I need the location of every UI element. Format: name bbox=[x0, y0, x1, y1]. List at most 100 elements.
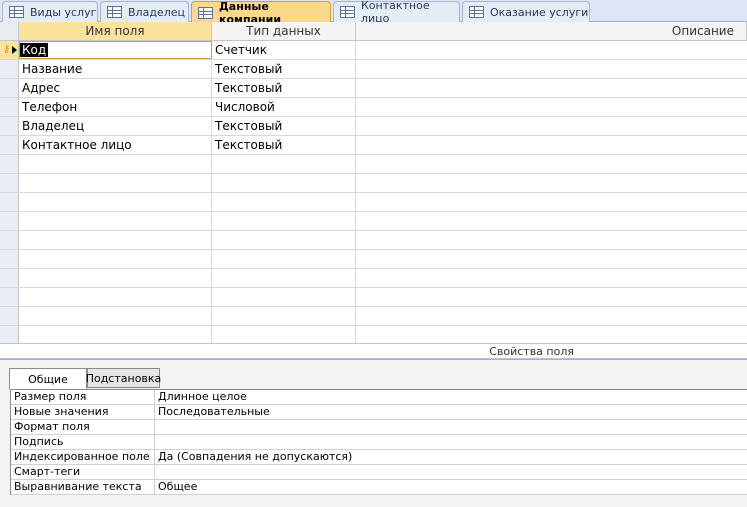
property-row[interactable]: Выравнивание текста Общее bbox=[11, 480, 747, 495]
row-selector[interactable] bbox=[0, 231, 19, 249]
data-type-cell[interactable]: Текстовый bbox=[212, 79, 356, 97]
description-cell[interactable] bbox=[356, 269, 747, 287]
row-selector[interactable] bbox=[0, 326, 19, 343]
column-header-description[interactable]: Описание bbox=[356, 22, 747, 41]
property-value[interactable]: Длинное целое bbox=[155, 390, 747, 404]
property-value[interactable]: Общее bbox=[155, 480, 747, 494]
property-row[interactable]: Смарт-теги bbox=[11, 465, 747, 480]
field-name-cell[interactable]: Контактное лицо bbox=[19, 136, 212, 154]
property-row[interactable]: Индексированное поле Да (Совпадения не до… bbox=[11, 450, 747, 465]
column-header-data-type[interactable]: Тип данных bbox=[212, 22, 356, 41]
property-row[interactable]: Формат поля bbox=[11, 420, 747, 435]
property-value[interactable] bbox=[155, 465, 747, 479]
table-row[interactable] bbox=[0, 212, 747, 231]
data-type-cell[interactable] bbox=[212, 307, 356, 325]
property-value[interactable] bbox=[155, 435, 747, 449]
table-row[interactable]: Контактное лицо Текстовый bbox=[0, 136, 747, 155]
data-type-cell[interactable]: Счетчик bbox=[212, 41, 356, 59]
table-row[interactable]: ⚷ Код Счетчик bbox=[0, 41, 747, 60]
row-selector[interactable] bbox=[0, 155, 19, 173]
description-cell[interactable] bbox=[356, 250, 747, 268]
row-selector[interactable] bbox=[0, 136, 19, 154]
table-row[interactable] bbox=[0, 307, 747, 326]
tab-general[interactable]: Общие bbox=[9, 368, 87, 389]
row-selector[interactable] bbox=[0, 250, 19, 268]
field-name-cell[interactable] bbox=[19, 212, 212, 230]
field-name-cell[interactable] bbox=[19, 231, 212, 249]
description-cell[interactable] bbox=[356, 326, 747, 343]
table-row[interactable] bbox=[0, 326, 747, 343]
table-row[interactable] bbox=[0, 231, 747, 250]
field-name-cell[interactable] bbox=[19, 307, 212, 325]
select-all-corner[interactable] bbox=[0, 22, 19, 41]
data-type-cell[interactable] bbox=[212, 326, 356, 343]
row-selector[interactable] bbox=[0, 174, 19, 192]
tab-dannye-kompanii[interactable]: Данные компании bbox=[191, 0, 331, 26]
data-type-cell[interactable]: Текстовый bbox=[212, 136, 356, 154]
table-row[interactable] bbox=[0, 174, 747, 193]
description-cell[interactable] bbox=[356, 98, 747, 116]
description-cell[interactable] bbox=[356, 212, 747, 230]
data-type-cell[interactable] bbox=[212, 155, 356, 173]
description-cell[interactable] bbox=[356, 79, 747, 97]
tab-vidy-uslug[interactable]: Виды услуг bbox=[2, 1, 98, 22]
field-name-cell[interactable]: Владелец bbox=[19, 117, 212, 135]
row-selector[interactable] bbox=[0, 307, 19, 325]
data-type-cell[interactable]: Текстовый bbox=[212, 117, 356, 135]
description-cell[interactable] bbox=[356, 136, 747, 154]
description-cell[interactable] bbox=[356, 174, 747, 192]
field-name-cell[interactable]: Адрес bbox=[19, 79, 212, 97]
data-type-cell[interactable]: Числовой bbox=[212, 98, 356, 116]
data-type-cell[interactable] bbox=[212, 174, 356, 192]
description-cell[interactable] bbox=[356, 155, 747, 173]
row-selector[interactable] bbox=[0, 79, 19, 97]
data-type-cell[interactable] bbox=[212, 269, 356, 287]
row-selector[interactable] bbox=[0, 117, 19, 135]
property-row[interactable]: Подпись bbox=[11, 435, 747, 450]
row-selector[interactable] bbox=[0, 193, 19, 211]
tab-kontaktnoe-lico[interactable]: Контактное лицо bbox=[333, 0, 460, 25]
table-row[interactable] bbox=[0, 155, 747, 174]
description-cell[interactable] bbox=[356, 41, 747, 59]
field-name-cell[interactable] bbox=[19, 250, 212, 268]
field-name-cell[interactable] bbox=[19, 193, 212, 211]
table-row[interactable] bbox=[0, 193, 747, 212]
table-row[interactable] bbox=[0, 269, 747, 288]
property-row[interactable]: Размер поля Длинное целое bbox=[11, 390, 747, 405]
field-name-cell[interactable]: Код bbox=[19, 41, 212, 59]
field-name-cell[interactable] bbox=[19, 174, 212, 192]
data-type-cell[interactable] bbox=[212, 212, 356, 230]
description-cell[interactable] bbox=[356, 288, 747, 306]
row-selector[interactable] bbox=[0, 60, 19, 78]
description-cell[interactable] bbox=[356, 60, 747, 78]
field-name-cell[interactable]: Телефон bbox=[19, 98, 212, 116]
data-type-cell[interactable] bbox=[212, 288, 356, 306]
table-row[interactable]: Телефон Числовой bbox=[0, 98, 747, 117]
property-value[interactable] bbox=[155, 420, 747, 434]
table-row[interactable]: Владелец Текстовый bbox=[0, 117, 747, 136]
description-cell[interactable] bbox=[356, 193, 747, 211]
description-cell[interactable] bbox=[356, 307, 747, 325]
row-selector[interactable] bbox=[0, 212, 19, 230]
property-value[interactable]: Да (Совпадения не допускаются) bbox=[155, 450, 747, 464]
column-header-field-name[interactable]: Имя поля bbox=[19, 22, 212, 41]
table-row[interactable]: Название Текстовый bbox=[0, 60, 747, 79]
tab-vladelec[interactable]: Владелец bbox=[100, 1, 189, 22]
table-row[interactable]: Адрес Текстовый bbox=[0, 79, 747, 98]
property-value[interactable]: Последовательные bbox=[155, 405, 747, 419]
description-cell[interactable] bbox=[356, 117, 747, 135]
row-selector[interactable] bbox=[0, 288, 19, 306]
field-name-cell[interactable] bbox=[19, 326, 212, 343]
description-cell[interactable] bbox=[356, 231, 747, 249]
field-name-cell[interactable]: Название bbox=[19, 60, 212, 78]
table-row[interactable] bbox=[0, 288, 747, 307]
tab-lookup[interactable]: Подстановка bbox=[86, 368, 161, 388]
tab-okazanie-uslugi[interactable]: Оказание услуги bbox=[462, 1, 590, 22]
row-selector[interactable] bbox=[0, 269, 19, 287]
field-name-cell[interactable] bbox=[19, 269, 212, 287]
field-name-cell[interactable] bbox=[19, 288, 212, 306]
table-row[interactable] bbox=[0, 250, 747, 269]
data-type-cell[interactable] bbox=[212, 250, 356, 268]
row-selector[interactable]: ⚷ bbox=[0, 41, 19, 59]
data-type-cell[interactable]: Текстовый bbox=[212, 60, 356, 78]
